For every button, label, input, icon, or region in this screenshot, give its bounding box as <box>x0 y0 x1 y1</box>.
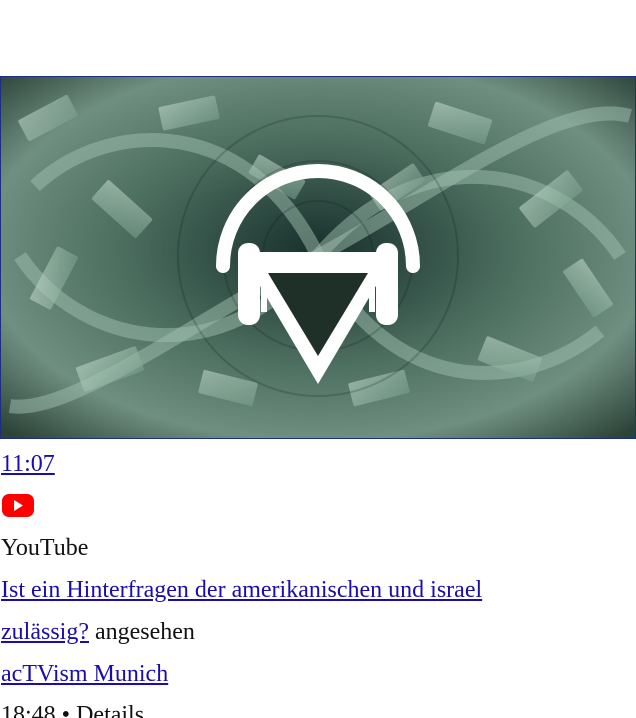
channel-row: acTVism Munich <box>1 659 168 689</box>
details-link[interactable]: Details <box>76 702 144 718</box>
watch-time: 18:48 <box>1 702 56 718</box>
video-title-line: zulässig? angesehen <box>1 617 195 647</box>
activity-entry: 11:07 YouTube Ist ein Hinterfragen der a… <box>0 0 636 718</box>
video-title-link[interactable]: zulässig? <box>1 619 89 645</box>
meta-separator: • <box>55 702 77 718</box>
video-thumbnail-link[interactable] <box>0 76 636 439</box>
video-duration[interactable]: 11:07 <box>1 451 55 477</box>
channel-link[interactable]: acTVism Munich <box>1 661 168 687</box>
video-duration-link[interactable]: 11:07 <box>1 449 55 479</box>
video-thumbnail <box>0 76 636 439</box>
watched-text: angesehen <box>88 619 195 645</box>
source-label: YouTube <box>1 535 89 561</box>
youtube-logo-icon <box>2 494 34 517</box>
video-title-line: Ist ein Hinterfragen der amerikanischen … <box>1 575 482 605</box>
video-title-link[interactable]: Ist ein Hinterfragen der amerikanischen … <box>1 577 482 603</box>
meta-row: 18:48 • Details <box>1 700 144 718</box>
